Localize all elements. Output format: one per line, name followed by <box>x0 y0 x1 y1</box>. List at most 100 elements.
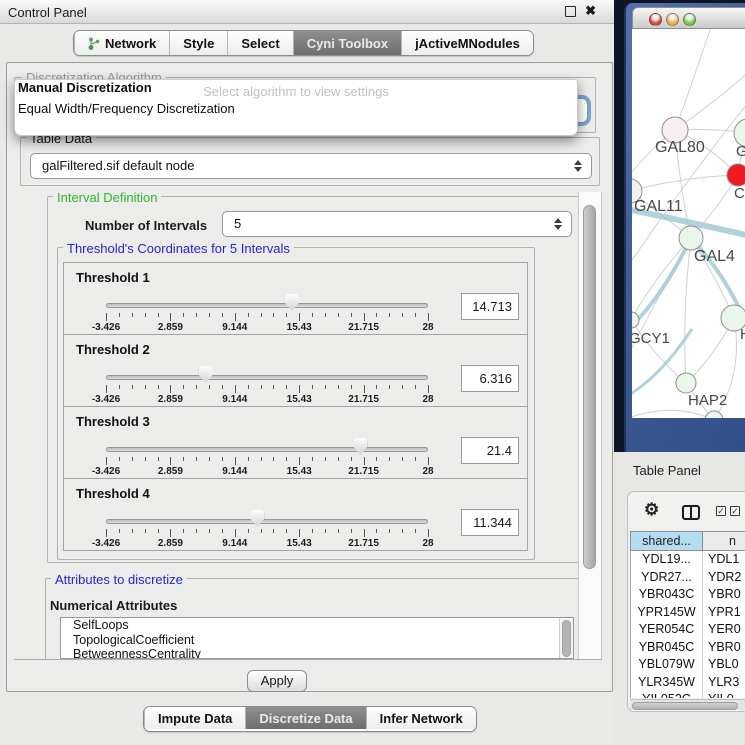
attribute-list-item[interactable]: SelfLoops <box>61 618 573 633</box>
table-cell[interactable]: YIL0 <box>703 691 734 698</box>
close-icon[interactable]: ✖ <box>585 3 596 19</box>
table-h-scrollbar[interactable] <box>630 699 745 710</box>
top-tab[interactable]: Style <box>169 31 227 55</box>
tick-mark <box>428 313 429 321</box>
top-tab-label: Style <box>183 36 214 51</box>
slider-thumb[interactable] <box>353 438 367 455</box>
table-cell[interactable]: YDL1 <box>703 551 739 569</box>
table-row[interactable]: YBR045C YBR0 <box>631 639 745 657</box>
list-scrollbar[interactable] <box>559 618 573 658</box>
top-tab-bar: Network Style Select Cyni Toolbox <box>73 30 534 56</box>
split-table-icon[interactable] <box>682 505 700 520</box>
table-row[interactable]: YDR27... YDR2 <box>631 569 745 587</box>
threshold-value-field[interactable]: 6.316 <box>461 365 519 392</box>
attributes-listbox: SelfLoops TopologicalCoefficient Between… <box>60 617 574 659</box>
column-header-name[interactable]: n <box>702 531 745 551</box>
list-scrollbar-thumb[interactable] <box>562 620 571 657</box>
table-row[interactable]: YDL19... YDL1 <box>631 551 745 569</box>
tick-mark <box>286 385 287 389</box>
panel-scrollbar-thumb[interactable] <box>583 205 596 569</box>
table-data-combobox[interactable]: galFiltered.sif default node <box>30 153 592 179</box>
table-row[interactable]: YPR145W YPR1 <box>631 604 745 622</box>
tick-mark <box>415 313 416 317</box>
slider-thumb[interactable] <box>285 294 299 311</box>
checkbox-icon[interactable]: ✓ <box>716 506 726 516</box>
zoom-light-icon[interactable] <box>683 13 696 26</box>
algorithm-option[interactable]: Equal Width/Frequency Discretization <box>18 101 235 116</box>
slider-track[interactable] <box>106 375 428 380</box>
tick-mark <box>119 529 120 533</box>
threshold-panel: Threshold 2 -3.4262.8599.14415.4321.7152… <box>63 334 528 407</box>
tick-mark <box>376 529 377 533</box>
threshold-slider[interactable]: -3.4262.8599.14415.4321.71528 <box>106 479 428 552</box>
table-row[interactable]: YIL052C YIL0 <box>631 691 745 698</box>
node-GCY1[interactable] <box>632 312 639 328</box>
table-row[interactable]: YLR345W YLR3 <box>631 674 745 692</box>
apply-button[interactable]: Apply <box>247 670 307 692</box>
tick-mark <box>428 529 429 537</box>
threshold-slider[interactable]: -3.4262.8599.14415.4321.71528 <box>106 335 428 408</box>
table-row[interactable]: YBL079W YBL0 <box>631 656 745 674</box>
table-cell[interactable]: YER054C <box>631 621 703 639</box>
panel-scrollbar[interactable] <box>578 192 602 659</box>
tick-mark <box>209 457 210 461</box>
tick-mark <box>222 457 223 461</box>
slider-thumb[interactable] <box>250 510 264 527</box>
table-cell[interactable]: YPR145W <box>631 604 703 622</box>
table-h-scrollbar-thumb[interactable] <box>632 702 738 710</box>
top-tab[interactable]: jActiveMNodules <box>401 31 533 55</box>
table-cell[interactable]: YLR345W <box>631 674 703 692</box>
table-cell[interactable]: YBL079W <box>631 656 703 674</box>
bottom-tab[interactable]: Infer Network <box>366 707 476 729</box>
table-cell[interactable]: YDL19... <box>631 551 703 569</box>
tick-mark <box>389 457 390 461</box>
table-cell[interactable]: YDR27... <box>631 569 703 587</box>
tick-mark <box>389 529 390 533</box>
table-cell[interactable]: YDR2 <box>703 569 741 587</box>
table-cell[interactable]: YIL052C <box>631 691 703 698</box>
column-header-shared[interactable]: shared... <box>630 531 703 551</box>
bottom-tab[interactable]: Discretize Data <box>245 707 365 729</box>
close-light-icon[interactable] <box>649 13 662 26</box>
top-tab[interactable]: Select <box>227 31 292 55</box>
table-cell[interactable]: YBR0 <box>703 586 741 604</box>
tick-mark <box>209 529 210 533</box>
table-cell[interactable]: YLR3 <box>703 674 739 692</box>
top-tab[interactable]: Network <box>74 31 169 55</box>
slider-ticks <box>106 313 428 322</box>
table-cell[interactable]: YBR0 <box>703 639 741 657</box>
threshold-slider[interactable]: -3.4262.8599.14415.4321.71528 <box>106 263 428 336</box>
bottom-tab[interactable]: Impute Data <box>144 707 245 729</box>
slider-thumb[interactable] <box>199 366 213 383</box>
table-cell[interactable]: YBL0 <box>703 656 739 674</box>
algorithm-option[interactable]: Manual Discretization <box>18 80 152 95</box>
slider-track[interactable] <box>106 519 428 524</box>
tick-mark <box>119 313 120 317</box>
minimize-light-icon[interactable] <box>666 13 679 26</box>
node-C[interactable] <box>727 164 745 186</box>
float-icon[interactable] <box>565 6 576 17</box>
threshold-value-field[interactable]: 11.344 <box>461 509 519 536</box>
gear-icon[interactable]: ⚙ <box>644 501 659 518</box>
table-row[interactable]: YER054C YER0 <box>631 621 745 639</box>
table-cell[interactable]: YBR045C <box>631 639 703 657</box>
intervals-count-combobox[interactable]: 5 <box>222 211 572 237</box>
tick-mark <box>183 313 184 317</box>
slider-track[interactable] <box>106 447 428 452</box>
tick-mark <box>273 313 274 317</box>
attribute-list-item[interactable]: TopologicalCoefficient <box>61 633 573 648</box>
threshold-slider[interactable]: -3.4262.8599.14415.4321.71528 <box>106 407 428 480</box>
slider-track[interactable] <box>106 303 428 308</box>
checkbox-icon[interactable]: ✓ <box>730 506 740 516</box>
table-cell[interactable]: YBR043C <box>631 586 703 604</box>
threshold-value-field[interactable]: 21.4 <box>461 437 519 464</box>
table-row[interactable]: YBR043C YBR0 <box>631 586 745 604</box>
top-tab[interactable]: Cyni Toolbox <box>293 31 401 55</box>
node-HAP2[interactable] <box>676 373 696 393</box>
table-cell[interactable]: YPR1 <box>703 604 741 622</box>
node-label: GAL80 <box>655 139 705 156</box>
node-GAL4[interactable] <box>679 226 703 250</box>
table-cell[interactable]: YER0 <box>703 621 741 639</box>
threshold-value-field[interactable]: 14.713 <box>461 293 519 320</box>
attribute-list-item[interactable]: BetweennessCentrality <box>61 647 573 659</box>
